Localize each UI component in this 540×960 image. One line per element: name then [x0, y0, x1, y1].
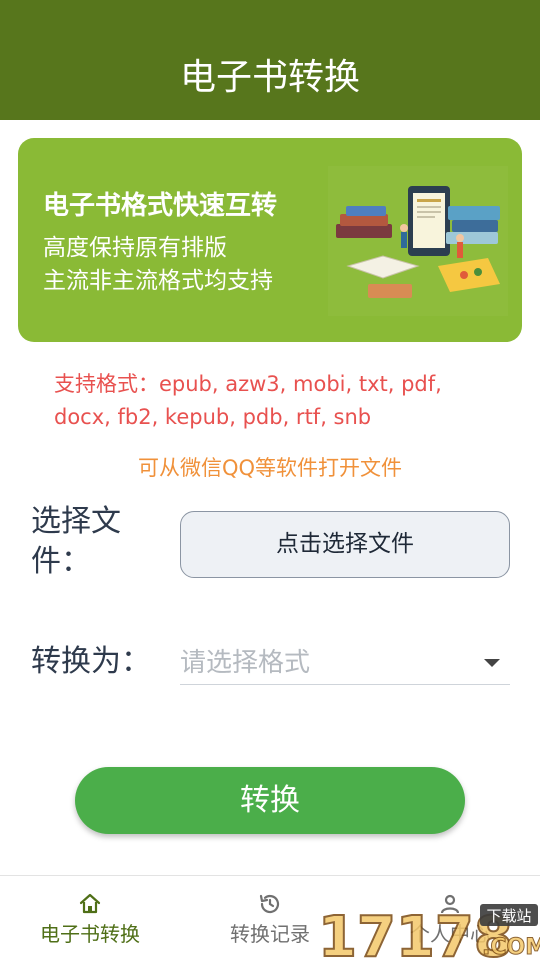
select-file-button[interactable]: 点击选择文件	[180, 511, 510, 578]
banner-line-1: 高度保持原有排版	[43, 235, 227, 261]
watermark-logo: 17178 下载站 .COM	[317, 904, 540, 960]
supported-formats-line-2: docx, fb2, kepub, pdb, rtf, snb	[54, 405, 372, 429]
page-title: 电子书转换	[179, 57, 360, 98]
promo-banner: 电子书格式快速互转 高度保持原有排版 主流非主流格式均支持	[18, 138, 522, 342]
app-header: 电子书转换	[0, 0, 540, 120]
banner-line-2: 主流非主流格式均支持	[43, 268, 273, 294]
books-illustration	[328, 166, 508, 316]
convert-to-label: 转换为：	[31, 644, 151, 679]
banner-heading: 电子书格式快速互转	[43, 191, 278, 221]
supported-formats-line-1: 支持格式：epub, azw3, mobi, txt, pdf,	[54, 372, 442, 396]
svg-text:下载站: 下载站	[486, 907, 531, 925]
history-icon	[259, 894, 280, 914]
open-from-apps-hint: 可从微信QQ等软件打开文件	[137, 456, 403, 480]
convert-button[interactable]: 转换	[75, 767, 465, 834]
home-icon	[79, 893, 101, 914]
select-file-label-line-1: 选择文	[31, 504, 121, 539]
nav-label-ebook-convert: 电子书转换	[40, 922, 140, 946]
nav-item-ebook-convert[interactable]: 电子书转换	[0, 876, 180, 960]
format-dropdown-placeholder: 请选择格式	[180, 648, 311, 678]
svg-text:.COM: .COM	[482, 935, 540, 960]
select-file-label-line-2: 件：	[31, 544, 91, 579]
supported-formats: 支持格式：epub, azw3, mobi, txt, pdf, docx, f…	[54, 368, 494, 434]
select-file-label: 选择文 件：	[31, 502, 151, 582]
format-dropdown[interactable]: 请选择格式	[180, 643, 510, 685]
caret-down-icon	[484, 659, 500, 667]
